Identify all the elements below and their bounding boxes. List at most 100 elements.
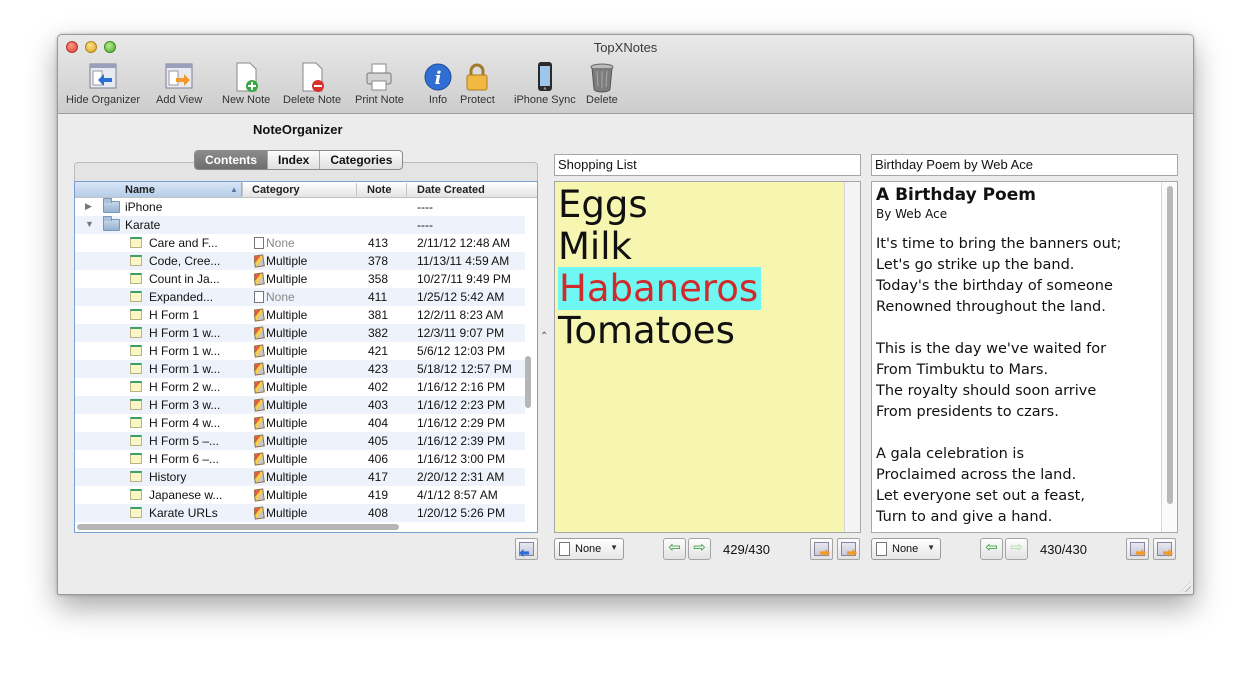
- note2-view-button-1[interactable]: [1126, 538, 1149, 560]
- note-name: Code, Cree...: [149, 254, 221, 268]
- arrow-right-icon: ⇨: [693, 539, 706, 556]
- note-number: 421: [368, 344, 389, 358]
- note2-editor[interactable]: A Birthday Poem By Web Ace It's time to …: [871, 181, 1178, 533]
- note-category: None: [254, 236, 295, 250]
- note1-category-popup[interactable]: None ▼: [554, 538, 624, 560]
- tab-index[interactable]: Index: [268, 151, 321, 169]
- note-row[interactable]: Code, Cree... Multiple 378 11/13/11 4:59 AM: [75, 252, 525, 270]
- disclosure-right-icon[interactable]: ▶: [85, 201, 92, 212]
- tab-categories[interactable]: Categories: [320, 151, 402, 169]
- note2-view-button-2[interactable]: [1153, 538, 1176, 560]
- folder-date: ----: [417, 218, 433, 232]
- popup-caret-icon: ▼: [610, 543, 618, 552]
- note1-line: Milk: [558, 225, 632, 268]
- info-button[interactable]: i Info: [423, 61, 453, 106]
- note2-prev-button[interactable]: ⇦: [980, 538, 1003, 560]
- poem-line: Turn to and give a hand.: [876, 509, 1053, 525]
- tab-contents[interactable]: Contents: [195, 151, 268, 169]
- note-row[interactable]: H Form 1 w... Multiple 421 5/6/12 12:03 PM: [75, 342, 525, 360]
- note-number: 378: [368, 254, 389, 268]
- delete-button[interactable]: Delete: [586, 61, 618, 106]
- note-name: H Form 3 w...: [149, 398, 221, 412]
- note-row[interactable]: Japanese w... Multiple 419 4/1/12 8:57 AM: [75, 486, 525, 504]
- folder-row-iphone[interactable]: ▶ iPhone ----: [75, 198, 525, 216]
- multiple-category-icon: [254, 326, 265, 340]
- note1-title-field[interactable]: Shopping List: [554, 154, 861, 176]
- note1-view-button-1[interactable]: [810, 538, 833, 560]
- note1-prev-button[interactable]: ⇦: [663, 538, 686, 560]
- note-category: Multiple: [254, 272, 307, 286]
- column-date-created[interactable]: Date Created: [417, 184, 485, 196]
- note1-scrollbar[interactable]: [844, 182, 860, 532]
- outline-horizontal-scrollbar[interactable]: [77, 524, 399, 530]
- note-icon: [130, 255, 142, 266]
- note2-title-field[interactable]: Birthday Poem by Web Ace: [871, 154, 1178, 176]
- note-number: 423: [368, 362, 389, 376]
- note2-scrollbar[interactable]: [1161, 182, 1177, 532]
- note-row[interactable]: H Form 3 w... Multiple 403 1/16/12 2:23 PM: [75, 396, 525, 414]
- note-row[interactable]: H Form 1 w... Multiple 423 5/18/12 12:57 PM: [75, 360, 525, 378]
- splitter-handle[interactable]: ⌃: [540, 331, 548, 342]
- popup-caret-icon: ▼: [927, 543, 935, 552]
- note-row[interactable]: H Form 1 w... Multiple 382 12/3/11 9:07 PM: [75, 324, 525, 342]
- multiple-category-icon: [254, 344, 265, 358]
- note-icon: [130, 399, 142, 410]
- hide-organizer-icon: [88, 61, 118, 93]
- note-row[interactable]: Count in Ja... Multiple 358 10/27/11 9:49 P…: [75, 270, 525, 288]
- folder-row-karate[interactable]: ▼ Karate ----: [75, 216, 525, 234]
- organizer-view-button[interactable]: [515, 538, 538, 560]
- disclosure-down-icon[interactable]: ▼: [85, 219, 94, 229]
- iphone-sync-button[interactable]: iPhone Sync: [514, 61, 576, 106]
- note1-category-value: None: [575, 543, 602, 555]
- new-note-button[interactable]: New Note: [222, 61, 270, 106]
- note1-next-button[interactable]: ⇨: [688, 538, 711, 560]
- info-icon: i: [423, 61, 453, 93]
- window-resize-grip[interactable]: [1180, 581, 1191, 592]
- note-category: Multiple: [254, 506, 307, 520]
- note-row[interactable]: Karate URLs Multiple 408 1/20/12 5:26 PM: [75, 504, 525, 522]
- note2-category-popup[interactable]: None ▼: [871, 538, 941, 560]
- delete-note-label: Delete Note: [283, 94, 342, 106]
- note-outline-view[interactable]: Name ▲ Category Note Date Created ▶ iPho…: [74, 181, 538, 533]
- iphone-sync-label: iPhone Sync: [514, 94, 576, 106]
- note1-editor[interactable]: Eggs Milk Habaneros Tomatoes: [554, 181, 861, 533]
- note-category-label: Multiple: [266, 434, 308, 448]
- trash-icon: [587, 61, 617, 93]
- note-name: H Form 4 w...: [149, 416, 221, 430]
- column-note[interactable]: Note: [367, 184, 391, 196]
- note-category-label: Multiple: [266, 506, 308, 520]
- window-title: TopXNotes: [593, 40, 658, 55]
- poem-stanza: This is the day we've waited for From Tim…: [876, 339, 1177, 423]
- note1-view-button-2[interactable]: [837, 538, 860, 560]
- note-icon: [130, 381, 142, 392]
- delete-note-button[interactable]: Delete Note: [283, 61, 341, 106]
- protect-button[interactable]: Protect: [460, 61, 495, 106]
- add-view-button[interactable]: Add View: [156, 61, 202, 106]
- note-name: Expanded...: [149, 290, 214, 304]
- note1-line: Eggs: [558, 183, 648, 226]
- note-row[interactable]: H Form 2 w... Multiple 402 1/16/12 2:16 PM: [75, 378, 525, 396]
- print-note-button[interactable]: Print Note: [355, 61, 404, 106]
- multiple-category-icon: [254, 470, 265, 484]
- note-row[interactable]: H Form 6 –... Multiple 406 1/16/12 3:00 PM: [75, 450, 525, 468]
- column-name[interactable]: Name: [125, 184, 155, 196]
- lock-icon: [462, 61, 492, 93]
- note-icon: [130, 327, 142, 338]
- column-category[interactable]: Category: [252, 184, 300, 196]
- outline-vertical-scrollbar[interactable]: [525, 356, 531, 408]
- note-row[interactable]: Expanded... None 411 1/25/12 5:42 AM: [75, 288, 525, 306]
- note-row[interactable]: History Multiple 417 2/20/12 2:31 AM: [75, 468, 525, 486]
- note2-scroll-thumb[interactable]: [1167, 186, 1173, 504]
- poem-line: Let everyone set out a feast,: [876, 488, 1085, 504]
- note-row[interactable]: H Form 4 w... Multiple 404 1/16/12 2:29 PM: [75, 414, 525, 432]
- note-number: 417: [368, 470, 389, 484]
- organizer-tabs: Contents Index Categories: [194, 150, 404, 170]
- note-row[interactable]: Care and F... None 413 2/11/12 12:48 AM: [75, 234, 525, 252]
- note-number: 382: [368, 326, 389, 340]
- hide-organizer-button[interactable]: Hide Organizer: [66, 61, 140, 106]
- note-date: 2/11/12 12:48 AM: [417, 236, 511, 250]
- hide-organizer-label: Hide Organizer: [66, 94, 140, 106]
- note-row[interactable]: H Form 5 –... Multiple 405 1/16/12 2:39 PM: [75, 432, 525, 450]
- note2-next-button[interactable]: ⇨: [1005, 538, 1028, 560]
- note-row[interactable]: H Form 1 Multiple 381 12/2/11 8:23 AM: [75, 306, 525, 324]
